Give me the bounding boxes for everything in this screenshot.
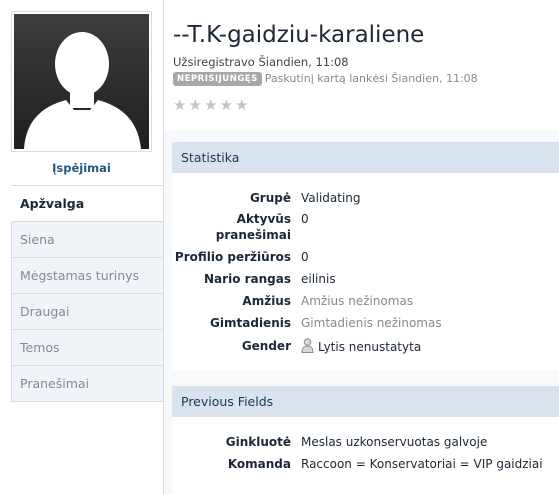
- rating-stars[interactable]: ★ ★ ★ ★ ★: [173, 96, 251, 114]
- tab-wall[interactable]: Siena: [11, 222, 163, 258]
- stat-label: Grupė: [249, 191, 291, 205]
- field-value: Meslas uzkonservuotas galvoje: [301, 435, 488, 449]
- last-visit: Paskutinį kartą lankėsi Šiandien, 11:08: [264, 72, 478, 85]
- status-badge: NEPRISIJUNGĘS: [173, 72, 262, 86]
- avatar-image: [14, 14, 149, 149]
- stat-value: eilinis: [301, 272, 336, 286]
- avatar[interactable]: [11, 11, 152, 152]
- profile-tabs: Apžvalga Siena Mėgstamas turinys Draugai…: [11, 185, 163, 402]
- star-icon[interactable]: ★: [235, 96, 251, 114]
- tab-liked-content[interactable]: Mėgstamas turinys: [11, 258, 163, 294]
- stat-label: Profilio peržiūros: [174, 250, 291, 264]
- statistics-body: Grupė Validating Aktyvūs pranešimai 0 Pro…: [172, 173, 559, 370]
- star-icon[interactable]: ★: [204, 96, 220, 114]
- star-icon[interactable]: ★: [173, 96, 189, 114]
- statistics-header: Statistika: [172, 142, 559, 173]
- profile-header: --T.K-gaidziu-karaliene Užsiregistravo Š…: [164, 0, 559, 130]
- stat-value: Gimtadienis nežinomas: [301, 316, 442, 330]
- stat-value: Amžius nežinomas: [301, 294, 414, 308]
- stat-label: Nario rangas: [204, 272, 291, 286]
- page-title: --T.K-gaidziu-karaliene: [173, 22, 425, 48]
- person-icon: [301, 338, 314, 353]
- previous-fields-body: Ginkluotė Meslas uzkonservuotas galvoje …: [172, 417, 559, 494]
- stat-value: 0: [301, 250, 309, 264]
- tab-overview[interactable]: Apžvalga: [11, 186, 163, 222]
- star-icon[interactable]: ★: [189, 96, 205, 114]
- tab-friends[interactable]: Draugai: [11, 294, 163, 330]
- stat-value: Lytis nenustatyta: [301, 338, 556, 355]
- online-status: NEPRISIJUNGĘS Paskutinį kartą lankėsi Šia…: [173, 72, 478, 86]
- stat-label: Amžius: [242, 294, 291, 308]
- default-user-silhouette-icon: [24, 32, 141, 149]
- field-label: Ginkluotė: [225, 435, 291, 449]
- stat-label: Gender: [241, 339, 291, 353]
- field-label: Komanda: [227, 457, 291, 471]
- tab-topics[interactable]: Temos: [11, 330, 163, 366]
- tab-posts[interactable]: Pranešimai: [11, 366, 163, 402]
- stat-label: Aktyvūs pranešimai: [215, 212, 291, 242]
- previous-fields-header: Previous Fields: [172, 386, 559, 417]
- profile-sidebar: Įspėjimai Apžvalga Siena Mėgstamas turin…: [0, 0, 163, 494]
- profile-main: --T.K-gaidziu-karaliene Užsiregistravo Š…: [163, 0, 559, 494]
- field-value: Raccoon = Konservatoriai = VIP gaidziai: [301, 457, 543, 471]
- registered-date: Užsiregistravo Šiandien, 11:08: [173, 55, 349, 69]
- star-icon[interactable]: ★: [220, 96, 236, 114]
- warnings-link[interactable]: Įspėjimai: [0, 161, 163, 175]
- stat-label: Gimtadienis: [210, 316, 291, 330]
- stat-value: Validating: [301, 191, 361, 205]
- stat-value: 0: [301, 212, 309, 226]
